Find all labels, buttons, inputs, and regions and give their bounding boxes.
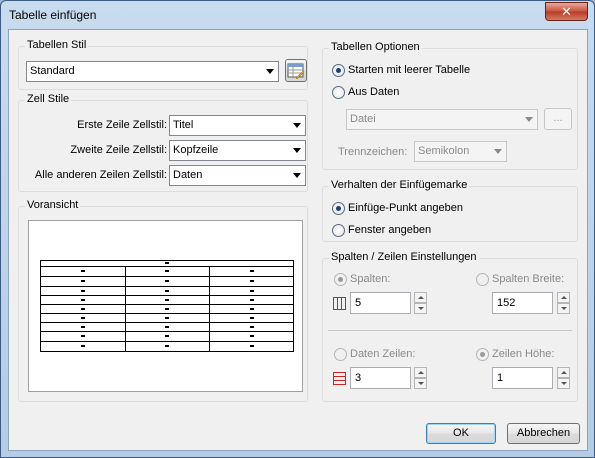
chevron-down-icon [525, 117, 533, 122]
data-rows-value: 3 [355, 372, 362, 384]
close-icon: ✕ [561, 4, 572, 19]
dialog-body: Tabellen Stil Standard Zell Stile Erste … [8, 29, 588, 451]
spin-down-icon[interactable] [557, 303, 570, 314]
insertion-behavior-group-label: Verhalten der Einfügemarke [329, 179, 470, 191]
start-empty-table-label: Starten mit leerer Tabelle [348, 64, 471, 76]
row-height-spinner[interactable] [557, 367, 570, 389]
chevron-down-icon [293, 148, 301, 153]
window-title: Tabelle einfügen [9, 8, 97, 22]
columns-icon [333, 297, 346, 310]
separator-value: Semikolon [418, 145, 470, 157]
title-bar[interactable]: Tabelle einfügen ✕ [1, 1, 594, 29]
column-width-input[interactable]: 152 [492, 292, 553, 314]
other-rows-style-select[interactable]: Daten [169, 165, 306, 186]
separator-label: Trennzeichen: [338, 146, 408, 158]
second-row-style-select[interactable]: Kopfzeile [169, 140, 306, 161]
spin-up-icon[interactable] [557, 292, 570, 303]
table-style-launcher-button[interactable] [285, 59, 307, 82]
row-height-radio[interactable] [476, 348, 489, 361]
column-width-label: Spalten Breite: [492, 273, 565, 285]
spin-down-icon[interactable] [414, 303, 427, 314]
chevron-down-icon [293, 123, 301, 128]
row-height-label: Zeilen Höhe: [492, 348, 555, 360]
other-rows-style-label: Alle anderen Zeilen Zellstil: [34, 169, 167, 181]
table-style-select[interactable]: Standard [26, 61, 279, 82]
dialog-window: Tabelle einfügen ✕ Tabellen Stil Standar… [0, 0, 595, 458]
data-file-value: Datei [350, 113, 376, 125]
columns-label: Spalten: [350, 273, 391, 285]
start-empty-table-radio[interactable] [332, 64, 345, 77]
window-specify-radio[interactable] [332, 224, 345, 237]
second-row-style-value: Kopfzeile [173, 144, 219, 156]
table-preview-graphic [40, 260, 294, 352]
spin-down-icon[interactable] [557, 378, 570, 389]
chevron-down-icon [494, 149, 502, 154]
from-data-radio[interactable] [332, 86, 345, 99]
data-rows-spinner[interactable] [414, 367, 427, 389]
table-style-group-label: Tabellen Stil [25, 39, 89, 51]
columns-value: 5 [355, 297, 362, 309]
columns-input[interactable]: 5 [350, 292, 411, 314]
ok-button[interactable]: OK [426, 423, 496, 444]
close-button[interactable]: ✕ [545, 2, 588, 21]
chevron-down-icon [266, 69, 274, 74]
table-preview [28, 220, 303, 392]
separator-select[interactable]: Semikolon [414, 141, 507, 162]
column-width-spinner[interactable] [557, 292, 570, 314]
window-specify-label: Fenster angeben [348, 224, 432, 236]
first-row-style-label: Erste Zeile Zellstil: [77, 119, 167, 131]
preview-group-label: Voransicht [25, 199, 81, 211]
column-width-radio[interactable] [476, 273, 489, 286]
insertion-point-label: Einfüge-Punkt angeben [348, 202, 463, 214]
ok-button-label: OK [453, 427, 469, 439]
spin-up-icon[interactable] [414, 367, 427, 378]
browse-button-label: ... [553, 112, 563, 124]
columns-radio[interactable] [334, 273, 347, 286]
column-width-value: 152 [497, 297, 516, 309]
spin-down-icon[interactable] [414, 378, 427, 389]
spin-up-icon[interactable] [414, 292, 427, 303]
data-rows-label: Daten Zeilen: [350, 348, 416, 360]
table-options-group-label: Tabellen Optionen [329, 41, 422, 53]
table-style-value: Standard [30, 65, 75, 77]
columns-rows-group-label: Spalten / Zeilen Einstellungen [329, 251, 479, 263]
browse-button[interactable]: ... [544, 108, 572, 130]
data-rows-radio[interactable] [334, 348, 347, 361]
from-data-label: Aus Daten [348, 86, 400, 98]
chevron-down-icon [293, 173, 301, 178]
first-row-style-select[interactable]: Titel [169, 115, 306, 136]
spin-up-icon[interactable] [557, 367, 570, 378]
rows-icon [333, 372, 346, 385]
columns-spinner[interactable] [414, 292, 427, 314]
data-file-select[interactable]: Datei [346, 109, 538, 130]
cell-styles-group-label: Zell Stile [25, 93, 72, 105]
data-rows-input[interactable]: 3 [350, 367, 411, 389]
insertion-point-radio[interactable] [332, 202, 345, 215]
columns-rows-divider [328, 330, 572, 331]
first-row-style-value: Titel [173, 119, 194, 131]
second-row-style-label: Zweite Zeile Zellstil: [70, 144, 167, 156]
cancel-button[interactable]: Abbrechen [507, 423, 580, 444]
other-rows-style-value: Daten [173, 169, 203, 181]
row-height-input[interactable]: 1 [492, 367, 553, 389]
row-height-value: 1 [497, 372, 504, 384]
cancel-button-label: Abbrechen [516, 427, 571, 439]
table-style-dialog-icon [287, 63, 305, 80]
